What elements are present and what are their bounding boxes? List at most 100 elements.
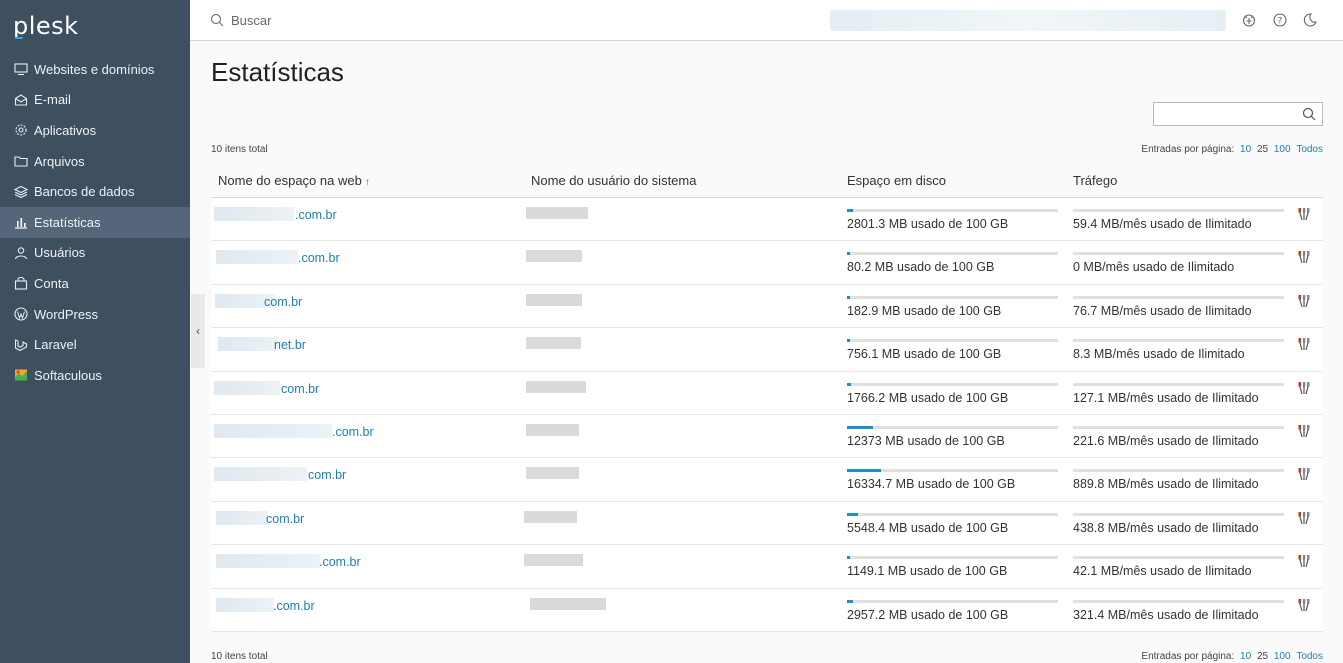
sidebar-item-conta[interactable]: Conta [0,268,190,299]
sidebar-item-label: Softaculous [34,367,102,383]
search-icon[interactable] [210,13,224,27]
web-statistics-icon[interactable] [1297,554,1311,568]
column-header-user[interactable]: Nome do usuário do sistema [531,173,696,188]
column-header-traffic[interactable]: Tráfego [1073,173,1117,188]
disk-usage-fill [847,339,850,343]
domain-link[interactable]: com.br [281,382,319,396]
disk-usage-bar [847,469,1058,473]
help-icon[interactable]: ? [1272,12,1288,28]
table-row: .com.br 12373 MB usado de 100 GB 221.6 MB/… [211,414,1323,459]
domain-redacted [218,337,278,352]
disk-usage-fill [847,295,850,299]
system-user-redacted [526,207,588,219]
account-info-redacted[interactable] [830,10,1226,31]
system-user-redacted [524,554,583,567]
disk-usage-text: 1766.2 MB usado de 100 GB [847,390,1009,405]
system-user-redacted [530,597,606,610]
traffic-usage-bar [1073,252,1284,256]
sidebar-item-arquivos[interactable]: Arquivos [0,146,190,177]
web-statistics-icon[interactable] [1297,294,1311,308]
list-search-input[interactable] [1153,102,1323,126]
domain-redacted [214,467,307,482]
per-page-10[interactable]: 10 [1240,651,1251,662]
sidebar: plesk Websites e domínios E-mail Aplicativ… [0,0,190,663]
traffic-usage-text: 889.8 MB/mês usado de Ilimitado [1073,477,1259,492]
sort-asc-icon[interactable]: ↑ [365,177,370,188]
global-search-input[interactable]: Buscar [231,13,271,28]
per-page-selector-bottom: Entradas por página: 10 25 100 Todos [1141,651,1323,662]
traffic-usage-text: 59.4 MB/mês usado de Ilimitado [1073,217,1252,231]
per-page-25[interactable]: 25 [1257,651,1268,662]
system-user-redacted [526,423,579,436]
domain-link[interactable]: com.br [264,295,302,309]
system-user-redacted [526,293,582,306]
web-statistics-icon[interactable] [1297,337,1311,351]
domain-link[interactable]: .com.br [273,599,315,613]
traffic-usage-text: 438.8 MB/mês usado de Ilimitado [1073,520,1259,535]
traffic-usage-text: 221.6 MB/mês usado de Ilimitado [1073,433,1259,448]
per-page-10[interactable]: 10 [1240,144,1251,155]
web-statistics-icon[interactable] [1297,381,1311,395]
sidebar-item-wordpress[interactable]: WordPress [0,299,190,330]
domain-redacted [214,380,280,395]
table-row: com.br 182.9 MB usado de 100 GB 76.7 MB/mê… [211,284,1323,329]
per-page-100[interactable]: 100 [1274,144,1291,155]
items-total: 10 itens total [211,144,268,155]
domain-link[interactable]: com.br [266,512,304,526]
disk-usage-bar [847,252,1058,256]
plesk-logo[interactable]: plesk [13,12,79,40]
web-statistics-icon[interactable] [1297,511,1311,525]
sidebar-item-websites-e-dom-nios[interactable]: Websites e domínios [0,54,190,85]
domain-link[interactable]: net.br [274,338,306,352]
system-user-redacted [526,250,582,263]
softaculous-icon [14,368,28,382]
traffic-usage-bar [1073,556,1284,560]
extensions-icon[interactable] [1241,12,1257,28]
column-header-name[interactable]: Nome do espaço na web ↑ [218,173,370,188]
disk-usage-text: 2957.2 MB usado de 100 GB [847,607,1009,622]
disk-usage-bar [847,209,1058,212]
domain-link[interactable]: .com.br [332,425,374,439]
sidebar-item-label: Conta [34,275,69,291]
column-header-disk[interactable]: Espaço em disco [847,173,946,188]
per-page-all[interactable]: Todos [1296,144,1323,155]
sidebar-item-label: Aplicativos [34,122,97,138]
system-user-redacted [524,510,577,523]
laravel-icon [14,338,28,352]
sidebar-item-bancos-de-dados[interactable]: Bancos de dados [0,176,190,207]
sidebar-item-label: Bancos de dados [34,184,135,200]
per-page-all[interactable]: Todos [1296,651,1323,662]
logo-accent [15,37,23,39]
sidebar-item-e-mail[interactable]: E-mail [0,85,190,116]
domain-link[interactable]: .com.br [295,208,337,222]
sidebar-item-laravel[interactable]: Laravel [0,329,190,360]
sidebar-item-aplicativos[interactable]: Aplicativos [0,115,190,146]
sidebar-item-usu-rios[interactable]: Usuários [0,238,190,269]
account-icon [14,276,28,291]
disk-usage-fill [847,469,881,473]
web-statistics-icon[interactable] [1297,207,1311,221]
domain-link[interactable]: com.br [308,468,346,482]
per-page-25[interactable]: 25 [1257,144,1268,155]
disk-usage-text: 182.9 MB usado de 100 GB [847,303,1002,318]
disk-usage-fill [847,382,851,386]
per-page-100[interactable]: 100 [1274,651,1291,662]
web-statistics-icon[interactable] [1297,598,1311,612]
domain-link[interactable]: .com.br [319,555,361,569]
sidebar-collapse-handle[interactable]: ‹ [191,294,205,368]
domain-link[interactable]: .com.br [298,251,340,265]
disk-usage-bar [847,425,1058,429]
user-icon [14,246,28,260]
sidebar-item-label: Arquivos [34,153,85,169]
table-row: com.br 5548.4 MB usado de 100 GB 438.8 MB/… [211,501,1323,546]
search-icon[interactable] [1302,107,1316,121]
web-statistics-icon[interactable] [1297,424,1311,438]
svg-text:?: ? [1278,17,1283,27]
disk-usage-bar [847,382,1058,386]
sidebar-item-estat-sticas[interactable]: Estatísticas [0,206,190,238]
sidebar-item-softaculous[interactable]: Softaculous [0,360,190,391]
web-statistics-icon[interactable] [1297,250,1311,264]
table-row: .com.br 80.2 MB usado de 100 GB 0 MB/mês u… [211,241,1323,285]
web-statistics-icon[interactable] [1297,467,1311,481]
dark-mode-icon[interactable] [1302,12,1318,28]
